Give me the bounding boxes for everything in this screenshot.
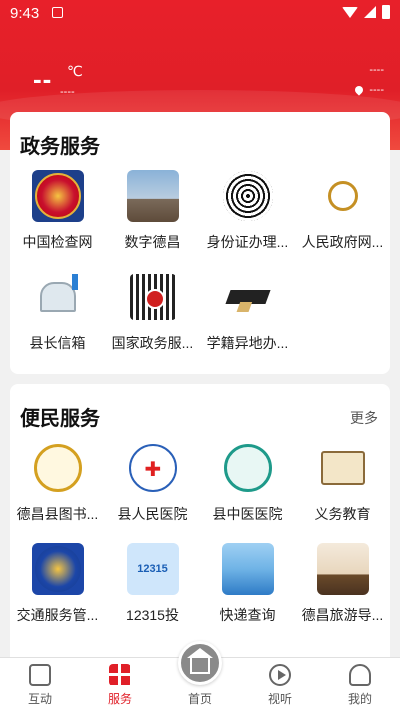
service-item[interactable]: 县长信箱 [10, 271, 105, 358]
service-item[interactable]: 国家政务服... [105, 271, 200, 358]
hashtag-icon [29, 664, 51, 686]
service-label: 12315投 [126, 607, 179, 623]
more-link[interactable]: 更多 [350, 408, 378, 428]
battery-icon [382, 5, 390, 19]
city-tower-icon [126, 170, 179, 222]
location-label[interactable]: ---- [353, 84, 384, 96]
service-item[interactable]: 德昌县图书... [10, 442, 105, 529]
gov-services-grid: 中国检查网 数字德昌 身份证办理... 人民政府网... 县长信箱 国家政务服.… [10, 170, 390, 358]
service-label: 中国检查网 [22, 234, 93, 250]
weather-description: ---- [60, 86, 75, 98]
service-item[interactable]: 中国检查网 [10, 170, 105, 257]
play-icon [269, 664, 291, 686]
complaint-12315-icon: 12315 [126, 543, 179, 595]
public-services-title: 便民服务 [20, 408, 100, 430]
service-label: 县中医医院 [212, 506, 283, 522]
signal-icon [364, 6, 376, 18]
service-label: 数字德昌 [124, 234, 181, 250]
gov-services-card: 政务服务 中国检查网 数字德昌 身份证办理... 人民政府网... 县长信箱 国… [10, 112, 390, 374]
service-label: 德昌县图书... [16, 506, 99, 522]
system-icons [342, 5, 390, 19]
notification-icon [52, 7, 63, 18]
library-logo-icon [32, 442, 84, 494]
tourism-pagoda-icon [316, 543, 369, 595]
nav-label: 首页 [187, 692, 212, 706]
service-item[interactable]: 12315 12315投 [105, 543, 200, 630]
procuratorate-emblem-icon [31, 170, 84, 222]
weather-temperature: -- [33, 64, 53, 94]
graduation-cap-icon [222, 271, 274, 323]
wifi-icon [342, 6, 358, 18]
service-label: 身份证办理... [206, 234, 289, 250]
service-item[interactable]: 德昌旅游导... [295, 543, 390, 630]
fingerprint-icon [222, 170, 274, 222]
service-label: 交通服务管... [16, 607, 99, 623]
service-item[interactable]: 快递查询 [200, 543, 295, 630]
qr-code-icon [127, 271, 179, 323]
public-services-card: 便民服务 更多 德昌县图书... 县人民医院 县中医医院 义务教育 交通服务管.… [10, 384, 390, 664]
service-label: 县人民医院 [117, 506, 188, 522]
status-bar: 9:43 [0, 0, 400, 26]
service-item[interactable]: 义务教育 [295, 442, 390, 529]
service-label: 国家政务服... [111, 335, 194, 351]
police-emblem-icon [31, 543, 84, 595]
home-button[interactable] [178, 641, 222, 685]
service-label: 快递查询 [219, 607, 276, 623]
public-services-grid: 德昌县图书... 县人民医院 县中医医院 义务教育 交通服务管... 12315… [10, 442, 390, 630]
nav-label: 服务 [107, 692, 132, 706]
home-icon [187, 648, 213, 674]
weather-info: ---- [369, 64, 384, 76]
nav-media[interactable]: 视听 [240, 658, 320, 711]
hospital-logo-icon [127, 442, 179, 494]
service-label: 德昌旅游导... [301, 607, 384, 623]
service-label: 县长信箱 [29, 335, 86, 351]
service-item[interactable]: 交通服务管... [10, 543, 105, 630]
express-city-icon [221, 543, 274, 595]
nav-interaction[interactable]: 互动 [0, 658, 80, 711]
service-label: 义务教育 [314, 506, 371, 522]
location-pin-icon [353, 84, 366, 96]
service-item[interactable]: 数字德昌 [105, 170, 200, 257]
service-item[interactable]: 学籍异地办... [200, 271, 295, 358]
nav-label: 视听 [267, 692, 292, 706]
nav-profile[interactable]: 我的 [320, 658, 400, 711]
service-item[interactable]: 县人民医院 [105, 442, 200, 529]
weather-unit: ℃ [67, 63, 83, 79]
book-search-icon [317, 442, 369, 494]
service-item[interactable]: 身份证办理... [200, 170, 295, 257]
service-label: 人民政府网... [301, 234, 384, 250]
tcm-hospital-logo-icon [222, 442, 274, 494]
nav-label: 互动 [27, 692, 52, 706]
location-text: ---- [369, 84, 384, 96]
service-label: 学籍异地办... [206, 335, 289, 351]
status-time: 9:43 [10, 5, 40, 22]
nav-services[interactable]: 服务 [80, 658, 160, 711]
mailbox-icon [32, 271, 84, 323]
service-item[interactable]: 县中医医院 [200, 442, 295, 529]
nav-label: 我的 [347, 692, 372, 706]
gov-services-title: 政务服务 [20, 136, 100, 158]
dechang-government-logo-icon [317, 170, 369, 222]
person-icon [349, 664, 371, 686]
service-item[interactable]: 人民政府网... [295, 170, 390, 257]
grid-icon [109, 664, 131, 686]
